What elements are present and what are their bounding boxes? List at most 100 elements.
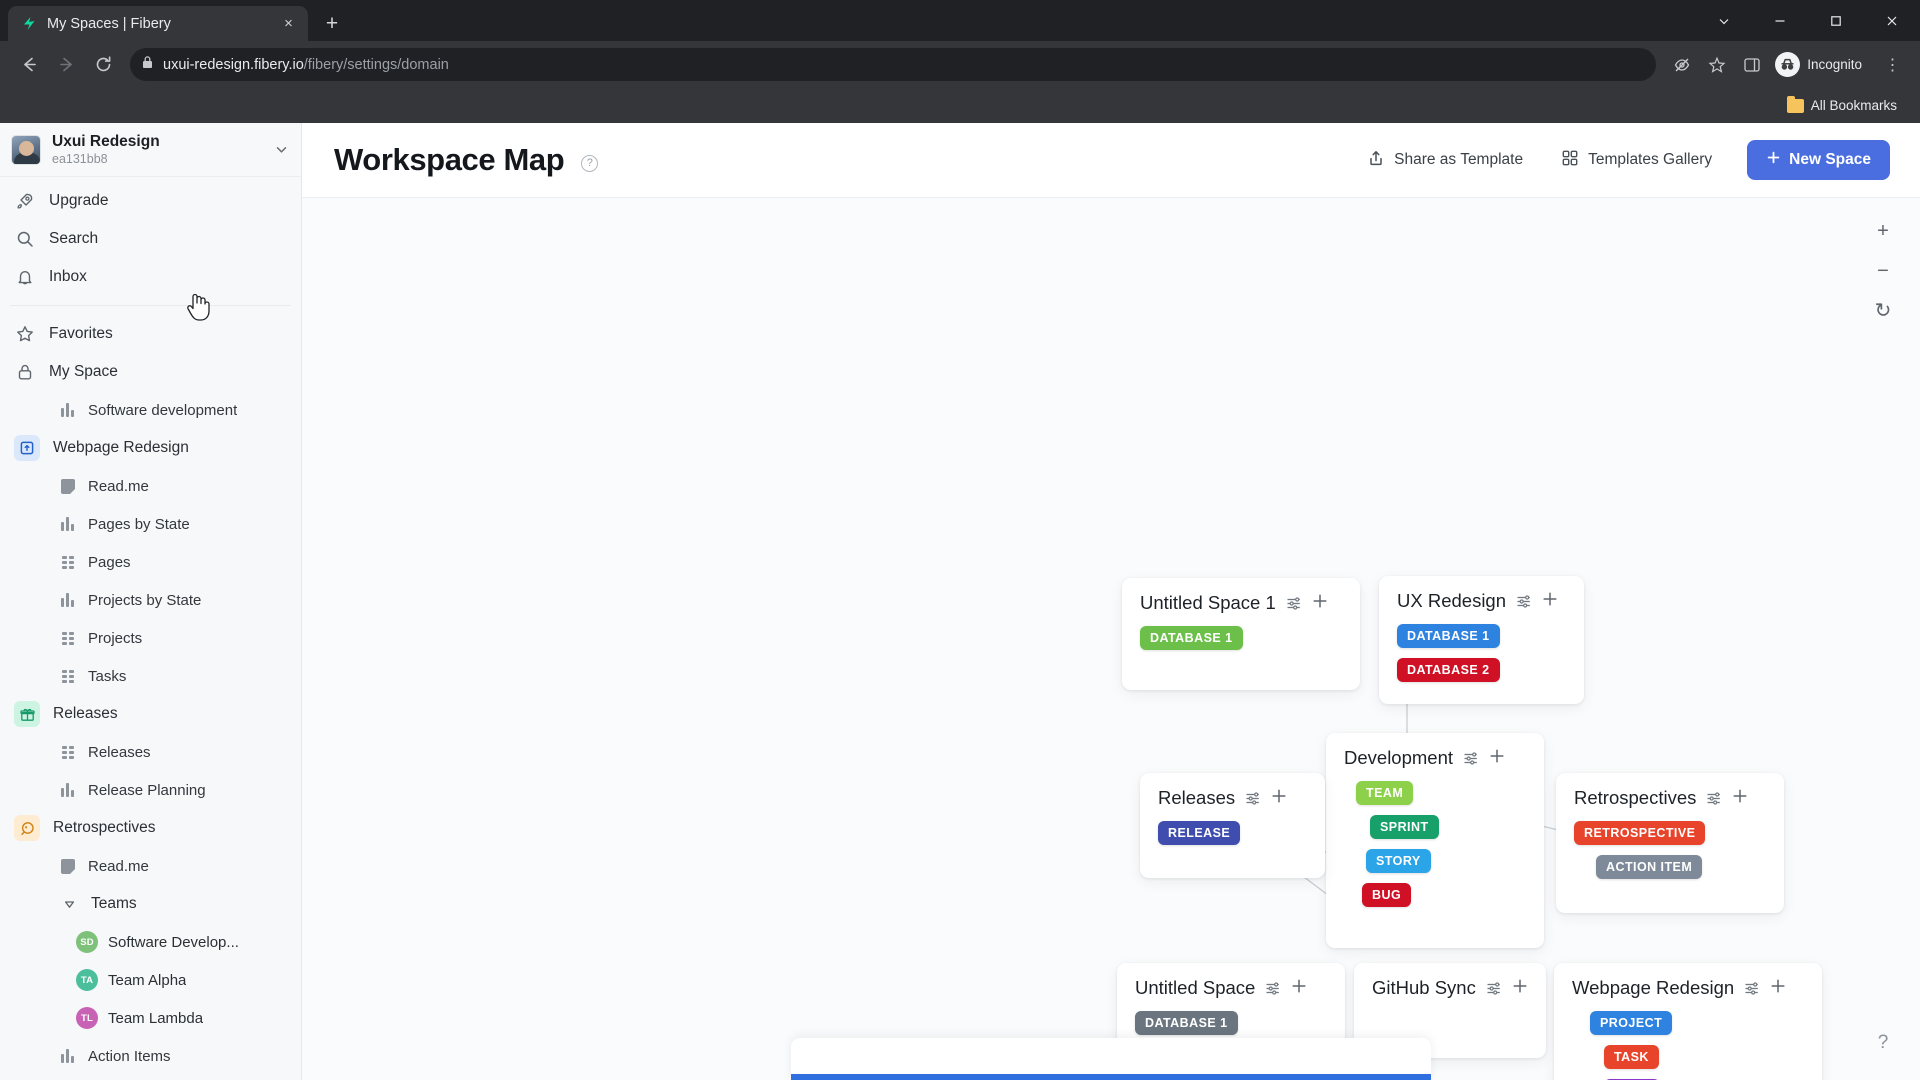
sidebar-item-search[interactable]: Search [0, 220, 301, 258]
database-chip[interactable]: RELEASE [1158, 821, 1241, 845]
url-domain: uxui-redesign.fibery.io [163, 56, 304, 73]
sidebar-item-tasks[interactable]: Tasks [0, 657, 301, 695]
tab-title: My Spaces | Fibery [47, 15, 171, 32]
help-fab-button[interactable]: ? [1866, 1026, 1900, 1060]
database-chip[interactable]: DATABASE 2 [1397, 658, 1500, 682]
add-database-icon[interactable] [1488, 747, 1506, 769]
space-settings-icon[interactable] [1244, 790, 1261, 807]
sidebar-item-software-development[interactable]: Software development [0, 391, 301, 429]
browser-tab[interactable]: My Spaces | Fibery × [8, 6, 308, 41]
bottom-panel[interactable] [791, 1038, 1431, 1080]
add-database-icon[interactable] [1769, 977, 1787, 999]
database-chip[interactable]: ACTION ITEM [1596, 855, 1703, 879]
sidebar-item-favorites[interactable]: Favorites [0, 315, 301, 353]
window-collapse-icon[interactable] [1696, 0, 1752, 41]
sidebar-item-teams-group[interactable]: Teams [0, 885, 301, 923]
sidebar-item-label: Team Lambda [108, 1009, 204, 1027]
sidebar-item-projects[interactable]: Projects [0, 619, 301, 657]
forward-button[interactable] [49, 48, 83, 82]
bookmarks-bar: All Bookmarks [0, 88, 1920, 123]
reload-button[interactable] [86, 48, 120, 82]
add-database-icon[interactable] [1270, 787, 1288, 809]
sidebar-item-team-lambda[interactable]: TL Team Lambda [0, 999, 301, 1037]
space-settings-icon[interactable] [1462, 750, 1479, 767]
space-settings-icon[interactable] [1743, 980, 1760, 997]
database-chip[interactable]: TASK [1604, 1045, 1659, 1069]
sidebar-item-webpage-redesign[interactable]: Webpage Redesign [0, 429, 301, 467]
incognito-profile-button[interactable]: Incognito [1771, 49, 1873, 80]
database-chip[interactable]: SPRINT [1370, 815, 1439, 839]
sidebar-item-readme-webpage[interactable]: Read.me [0, 467, 301, 505]
space-card[interactable]: UX Redesign DATABASE 1 DATABASE 2 [1379, 576, 1584, 704]
bookmark-star-icon[interactable] [1701, 49, 1732, 80]
space-settings-icon[interactable] [1285, 595, 1302, 612]
workspace-switcher[interactable]: Uxui Redesign ea131bb8 [0, 123, 301, 178]
database-chip[interactable]: DATABASE 1 [1140, 626, 1243, 650]
sidebar-item-upgrade[interactable]: Upgrade [0, 182, 301, 220]
new-space-button[interactable]: New Space [1747, 140, 1890, 180]
address-bar[interactable]: uxui-redesign.fibery.io/fibery/settings/… [130, 48, 1657, 81]
space-settings-icon[interactable] [1515, 593, 1532, 610]
sidebar-item-team-software-development[interactable]: SD Software Develop... [0, 923, 301, 961]
database-chip[interactable]: DATABASE 1 [1397, 624, 1500, 648]
space-settings-icon[interactable] [1485, 980, 1502, 997]
back-button[interactable] [12, 48, 46, 82]
templates-gallery-button[interactable]: Templates Gallery [1548, 141, 1725, 179]
eye-off-icon[interactable] [1666, 49, 1697, 80]
add-database-icon[interactable] [1290, 977, 1308, 999]
database-chip[interactable]: TEAM [1356, 781, 1414, 805]
question-mark-icon[interactable]: ? [581, 154, 599, 172]
all-bookmarks-button[interactable]: All Bookmarks [1780, 94, 1904, 117]
sidebar-item-projects-by-state[interactable]: Projects by State [0, 581, 301, 619]
reset-view-button[interactable]: ↻ [1868, 296, 1898, 326]
zoom-in-button[interactable]: + [1868, 216, 1898, 246]
sidebar-item-my-space[interactable]: My Space [0, 353, 301, 391]
space-card-header: UX Redesign [1397, 590, 1566, 612]
chevron-down-icon[interactable] [274, 142, 289, 157]
space-card[interactable]: Untitled Space 1 DATABASE 1 [1122, 578, 1360, 690]
sidebar-item-retrospectives-space[interactable]: Retrospectives [0, 809, 301, 847]
sidebar-item-readme-retro[interactable]: Read.me [0, 847, 301, 885]
space-settings-icon[interactable] [1264, 980, 1281, 997]
sidebar-item-releases-view[interactable]: Releases [0, 733, 301, 771]
main-content: Workspace Map ? Share as Template Templa… [302, 123, 1920, 1080]
database-chip[interactable]: STORY [1366, 849, 1431, 873]
space-card[interactable]: Webpage Redesign PROJECT TASK [1554, 963, 1822, 1080]
page-title: Workspace Map [334, 142, 565, 177]
browser-menu-icon[interactable]: ⋮ [1877, 49, 1908, 80]
add-database-icon[interactable] [1541, 590, 1559, 612]
database-chip[interactable]: DATABASE 1 [1135, 1011, 1238, 1035]
share-as-template-button[interactable]: Share as Template [1354, 141, 1536, 179]
space-card[interactable]: Development TEAM SPRINT STORY BUG [1326, 733, 1544, 948]
sidebar-item-pages[interactable]: Pages [0, 543, 301, 581]
sidebar-item-inbox[interactable]: Inbox [0, 258, 301, 296]
side-panel-icon[interactable] [1736, 49, 1767, 80]
database-chip-row: BUG [1344, 883, 1526, 907]
sidebar-item-action-items[interactable]: Action Items [0, 1037, 301, 1075]
add-database-icon[interactable] [1511, 977, 1529, 999]
database-chip[interactable]: PROJECT [1590, 1011, 1673, 1035]
sidebar-item-releases-space[interactable]: Releases [0, 695, 301, 733]
window-maximize-icon[interactable] [1808, 0, 1864, 41]
sidebar-item-team-alpha[interactable]: TA Team Alpha [0, 961, 301, 999]
sidebar-item-release-planning[interactable]: Release Planning [0, 771, 301, 809]
grid-view-icon [58, 553, 77, 572]
database-chip[interactable]: RETROSPECTIVE [1574, 821, 1706, 845]
add-database-icon[interactable] [1311, 592, 1329, 614]
space-card[interactable]: Retrospectives RETROSPECTIVE ACTION ITEM [1556, 773, 1784, 913]
workspace-map-canvas[interactable]: + − ↻ Untitled Space 1 DATABASE 1 UX Red… [302, 197, 1920, 1080]
grid-view-icon [58, 667, 77, 686]
zoom-out-button[interactable]: − [1868, 256, 1898, 286]
window-minimize-icon[interactable] [1752, 0, 1808, 41]
database-chip-row: RELEASE [1158, 821, 1307, 845]
add-database-icon[interactable] [1731, 787, 1749, 809]
url-path: /fibery/settings/domain [303, 56, 449, 73]
space-settings-icon[interactable] [1705, 790, 1722, 807]
new-tab-button[interactable]: + [317, 8, 347, 38]
tab-close-icon[interactable]: × [279, 14, 298, 33]
sidebar-item-pages-by-state[interactable]: Pages by State [0, 505, 301, 543]
window-close-icon[interactable] [1864, 0, 1920, 41]
database-chip[interactable]: BUG [1362, 883, 1412, 907]
database-chip-row: STORY [1344, 849, 1526, 873]
space-card[interactable]: Releases RELEASE [1140, 773, 1325, 878]
